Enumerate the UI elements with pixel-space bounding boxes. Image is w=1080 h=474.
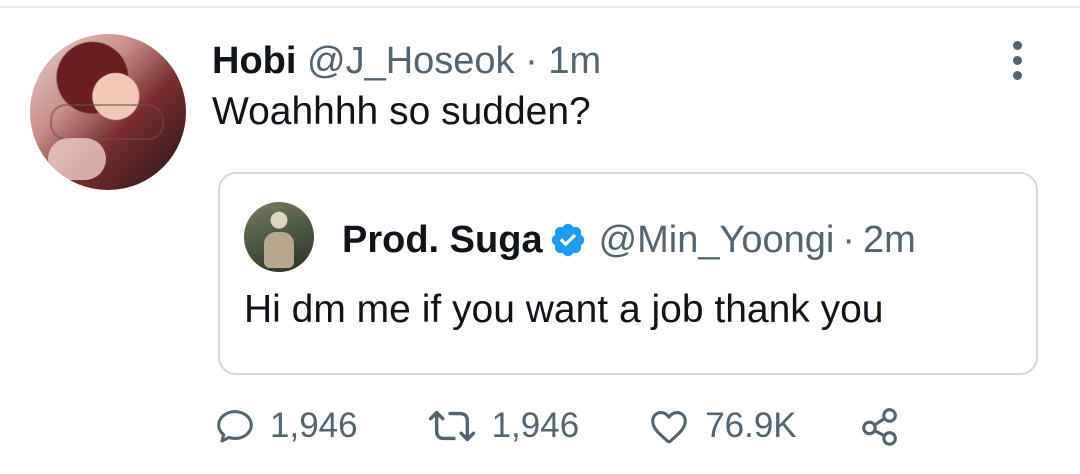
top-divider <box>0 6 1080 8</box>
quoted-tweet-time[interactable]: 2m <box>863 218 916 262</box>
more-vertical-icon <box>1012 40 1022 50</box>
more-options-button[interactable] <box>1002 38 1032 82</box>
quoted-author-name[interactable]: Prod. Suga <box>342 218 543 262</box>
reply-icon <box>217 410 253 443</box>
author-name[interactable]: Hobi <box>212 40 296 82</box>
tweet-actions-bar: 1,946 1,946 76.9K <box>212 401 905 451</box>
retweet-count: 1,946 <box>491 406 580 445</box>
retweet-button[interactable]: 1,946 <box>424 403 580 449</box>
quoted-tweet-text: Hi dm me if you want a job thank you <box>244 288 884 331</box>
header-separator: · <box>525 40 538 82</box>
verified-badge-icon <box>551 223 584 257</box>
author-avatar[interactable] <box>30 34 186 190</box>
more-vertical-icon <box>1012 55 1022 65</box>
quoted-header-separator: · <box>842 219 856 261</box>
author-handle[interactable]: @J_Hoseok <box>307 40 515 82</box>
reply-count: 1,946 <box>270 406 358 445</box>
avatar-hand-decoration <box>48 138 106 180</box>
tweet-header: Hobi @J_Hoseok · 1m <box>212 40 601 82</box>
reply-button[interactable]: 1,946 <box>212 403 358 449</box>
quoted-author-avatar[interactable] <box>244 202 314 272</box>
share-button[interactable] <box>855 403 905 449</box>
quoted-author-handle[interactable]: @Min_Yoongi <box>599 218 835 262</box>
quoted-tweet-card[interactable]: Prod. Suga @Min_Yoongi · 2m Hi dm me if … <box>218 172 1038 375</box>
more-vertical-icon <box>1012 70 1022 80</box>
retweet-icon <box>428 410 475 442</box>
heart-icon <box>651 411 688 444</box>
share-icon <box>861 408 897 446</box>
like-count: 76.9K <box>705 406 797 445</box>
tweet-text: Woahhhh so sudden? <box>212 90 591 133</box>
avatar-glasses-decoration <box>50 104 164 140</box>
tweet-time[interactable]: 1m <box>548 40 601 82</box>
like-button[interactable]: 76.9K <box>645 403 797 449</box>
quoted-tweet-header: Prod. Suga @Min_Yoongi · 2m <box>342 218 916 262</box>
